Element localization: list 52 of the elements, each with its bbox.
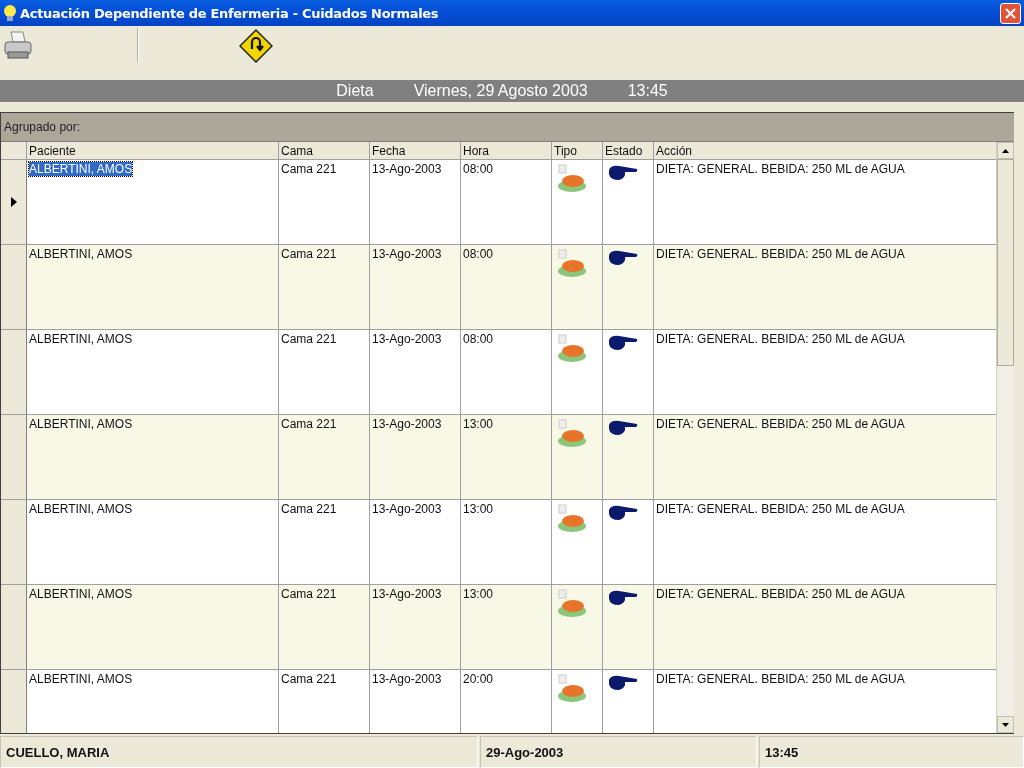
vertical-scrollbar[interactable] <box>996 142 1014 733</box>
printer-icon <box>3 30 33 62</box>
table-row[interactable]: ALBERTINI, AMOS Cama 221 13-Ago-2003 08:00 DIETA: GENERAL. BEBIDA: 250 ML de AGUA <box>1 245 996 330</box>
window-title: Actuación Dependiente de Enfermeria - Cuidados Normales <box>20 5 440 21</box>
pointing-hand-icon <box>607 589 639 607</box>
row-pointer-icon <box>10 197 17 207</box>
table-cell: Cama 221 <box>279 670 370 733</box>
section-title: Dieta <box>336 82 374 100</box>
food-plate-icon <box>556 164 588 194</box>
row-selector[interactable] <box>1 160 27 245</box>
table-row[interactable]: ALBERTINI, AMOS Cama 221 13-Ago-2003 13:00 DIETA: GENERAL. BEBIDA: 250 ML de AGUA <box>1 500 996 585</box>
pointing-hand-icon <box>607 419 639 437</box>
food-plate-icon <box>556 419 588 449</box>
pointing-hand-icon <box>607 164 639 182</box>
row-selector[interactable] <box>1 585 27 670</box>
pointing-hand-icon <box>607 504 639 522</box>
status-panel: 13:45 <box>759 736 1024 768</box>
scroll-thumb[interactable] <box>997 159 1014 366</box>
close-button[interactable] <box>1000 2 1021 24</box>
scroll-down-button[interactable] <box>997 716 1014 733</box>
pointing-hand-icon <box>607 674 639 692</box>
group-by-label: Agrupado por: <box>4 120 81 134</box>
food-plate-icon <box>556 589 588 619</box>
table-cell: ALBERTINI, AMOS <box>27 670 279 733</box>
table-row[interactable]: ALBERTINI, AMOS Cama 221 13-Ago-2003 08:00 DIETA: GENERAL. BEBIDA: 250 ML de AGUA <box>1 160 996 245</box>
table-row[interactable]: ALBERTINI, AMOS Cama 221 13-Ago-2003 13:00 DIETA: GENERAL. BEBIDA: 250 ML de AGUA <box>1 585 996 670</box>
up-arrow-icon <box>1002 148 1009 153</box>
row-selector[interactable] <box>1 330 27 415</box>
row-selector[interactable] <box>1 415 27 500</box>
light-bulb-icon <box>3 4 17 22</box>
row-selector[interactable] <box>1 500 27 585</box>
return-button[interactable] <box>238 28 274 64</box>
header-time: 13:45 <box>627 82 668 100</box>
food-plate-icon <box>556 334 588 364</box>
down-arrow-icon <box>1002 722 1009 727</box>
u-turn-sign-icon <box>239 29 273 63</box>
pointing-hand-icon <box>607 334 639 352</box>
status-panel: 29-Ago-2003 <box>480 736 757 768</box>
table-cell: 13-Ago-2003 <box>370 670 461 733</box>
table-cell: 20:00 <box>461 670 552 733</box>
status-panel: CUELLO, MARIA <box>0 736 478 768</box>
header-date: Viernes, 29 Agosto 2003 <box>413 82 588 100</box>
food-plate-icon <box>556 674 588 704</box>
food-plate-icon <box>556 504 588 534</box>
close-icon <box>1005 7 1016 19</box>
table-row[interactable]: ALBERTINI, AMOS Cama 221 13-Ago-2003 08:00 DIETA: GENERAL. BEBIDA: 250 ML de AGUA <box>1 330 996 415</box>
pointing-hand-icon <box>607 249 639 267</box>
table-row[interactable]: ALBERTINI, AMOS Cama 221 13-Ago-2003 13:00 DIETA: GENERAL. BEBIDA: 250 ML de AGUA <box>1 415 996 500</box>
row-selector[interactable] <box>1 670 27 733</box>
scroll-up-button[interactable] <box>997 142 1014 159</box>
food-plate-icon <box>556 249 588 279</box>
row-selector[interactable] <box>1 245 27 330</box>
